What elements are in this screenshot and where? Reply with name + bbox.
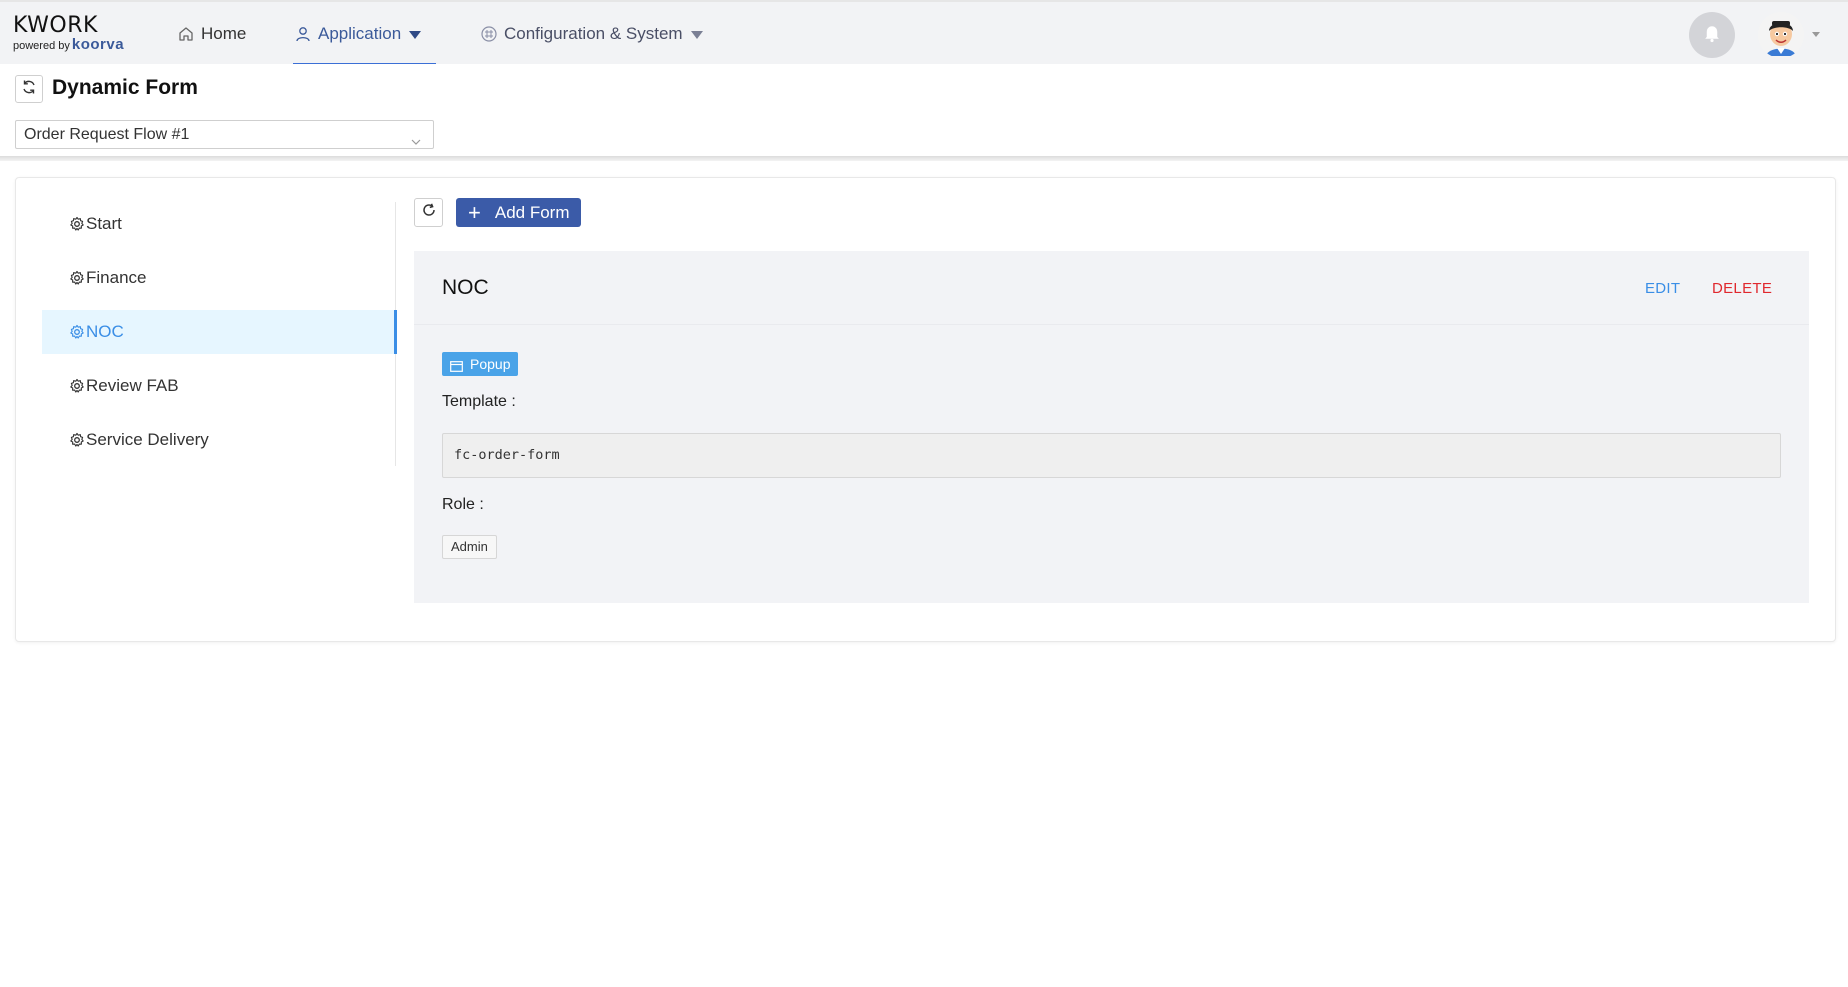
step-label: NOC	[86, 322, 124, 341]
step-label: Start	[86, 214, 122, 233]
form-type-tag: Popup	[442, 352, 519, 376]
top-navbar: KWORK powered by koorva Home Application …	[0, 0, 1848, 66]
step-noc[interactable]: NOC	[42, 310, 397, 354]
powered-by-text: powered by	[13, 40, 70, 52]
nav-home-label: Home	[201, 24, 247, 43]
step-label: Finance	[86, 268, 147, 287]
edit-form-button[interactable]: EDIT	[1645, 280, 1680, 297]
bell-icon	[1701, 22, 1723, 49]
step-review-fab[interactable]: Review FAB	[42, 364, 396, 408]
step-finance[interactable]: Finance	[42, 256, 396, 300]
form-detail-panel: NOC EDIT DELETE Popup Template : fc-orde…	[414, 251, 1809, 603]
gear-icon	[69, 216, 85, 232]
user-avatar[interactable]	[1758, 12, 1804, 58]
user-icon	[294, 25, 312, 43]
form-name: NOC	[442, 276, 489, 299]
gear-icon	[69, 378, 85, 394]
chevron-down-icon	[411, 129, 421, 145]
home-icon	[177, 25, 195, 43]
flow-select[interactable]: Order Request Flow #1	[15, 120, 434, 149]
koorva-logo: koorva	[71, 36, 125, 53]
flow-select-value: Order Request Flow #1	[24, 126, 190, 143]
notification-bell-button[interactable]	[1689, 12, 1735, 58]
form-type-label: Popup	[470, 356, 511, 372]
delete-form-button[interactable]: DELETE	[1712, 280, 1772, 297]
form-detail-header: NOC EDIT DELETE	[414, 251, 1809, 325]
kwork-logo[interactable]: KWORK powered by koorva	[13, 15, 143, 55]
role-label: Role :	[442, 496, 484, 513]
settings-icon	[480, 25, 498, 43]
nav-application[interactable]: Application	[294, 2, 422, 66]
brand-name: KWORK	[13, 13, 98, 38]
header-divider	[0, 156, 1848, 161]
gear-icon	[69, 324, 85, 340]
step-label: Service Delivery	[86, 430, 209, 449]
step-label: Review FAB	[86, 376, 179, 395]
add-form-button[interactable]: + Add Form	[456, 198, 581, 227]
gear-icon	[69, 432, 85, 448]
add-form-label: Add Form	[494, 202, 570, 222]
avatar-dropdown-caret-icon[interactable]	[1812, 32, 1820, 37]
chevron-down-icon	[690, 31, 703, 39]
page-title: Dynamic Form	[52, 76, 198, 99]
step-start[interactable]: Start	[42, 202, 396, 246]
refresh-icon	[421, 202, 437, 223]
powered-by: powered by koorva	[13, 36, 143, 53]
nav-home[interactable]: Home	[177, 2, 246, 66]
template-label: Template :	[442, 393, 516, 410]
chevron-down-icon	[409, 31, 422, 39]
page-refresh-button[interactable]	[15, 75, 43, 103]
template-value: fc-order-form	[442, 433, 1781, 478]
nav-configuration-label: Configuration & System	[504, 24, 683, 43]
window-icon	[450, 359, 463, 372]
gear-icon	[69, 270, 85, 286]
step-service-delivery[interactable]: Service Delivery	[42, 418, 396, 462]
workflow-steps-list: Start Finance NOC Review FAB Service Del…	[42, 202, 397, 466]
plus-icon: +	[468, 199, 481, 225]
sync-icon	[21, 79, 37, 100]
nav-application-label: Application	[318, 24, 402, 43]
nav-configuration-system[interactable]: Configuration & System	[480, 2, 703, 66]
role-tag: Admin	[442, 535, 497, 559]
forms-refresh-button[interactable]	[414, 198, 443, 227]
